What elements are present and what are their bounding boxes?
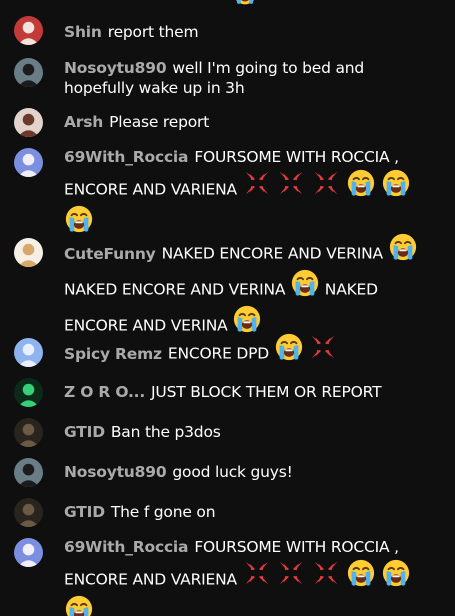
author-name[interactable]: Z O R O... <box>64 383 145 401</box>
author-name[interactable]: GTID <box>64 423 105 441</box>
avatar[interactable] <box>14 418 43 447</box>
message-content: Shin report them <box>64 22 424 42</box>
message-text: Ban the p3dos <box>110 423 221 441</box>
chat-list: Shin report them Nosoytu890 well I'm going… <box>0 0 455 616</box>
message-text: NAKED ENCORE AND VERINA <box>161 244 384 263</box>
loudly-crying-face-icon <box>274 332 304 372</box>
author-name[interactable]: 69With_Roccia <box>64 148 189 166</box>
avatar[interactable] <box>14 498 43 527</box>
avatar[interactable] <box>14 108 43 137</box>
loudly-crying-face-icon <box>346 168 376 208</box>
anger-symbol-icon <box>242 168 272 208</box>
loudly-crying-face-icon <box>381 558 411 598</box>
message-text: NAKED ENCORE AND VERINA <box>64 280 286 299</box>
author-name[interactable]: 69With_Roccia <box>64 538 189 556</box>
message-content: Nosoytu890 well I'm going to bed and hope… <box>64 58 424 98</box>
author-name[interactable]: Shin <box>64 23 102 41</box>
message-content: CuteFunny NAKED ENCORE AND VERINA NAKED E… <box>64 236 424 344</box>
author-name[interactable]: Arsh <box>64 113 103 131</box>
avatar[interactable] <box>14 16 43 45</box>
anger-symbol-icon <box>311 558 341 598</box>
author-name[interactable]: Spicy Remz <box>64 345 162 363</box>
message-content: GTID Ban the p3dos <box>64 422 424 442</box>
message-content: 69With_Roccia FOURSOME WITH ROCCIA , ENCO… <box>64 532 424 616</box>
loudly-crying-face-icon <box>346 558 376 598</box>
avatar[interactable] <box>14 538 43 567</box>
message-content: Z O R O... JUST BLOCK THEM OR REPORT <box>64 382 424 402</box>
message-text: ENCORE DPD <box>167 344 270 363</box>
message-content: Arsh Please report <box>64 112 424 132</box>
avatar[interactable] <box>14 148 43 177</box>
loudly-crying-face-icon <box>232 0 258 10</box>
message-text: Please report <box>109 113 210 131</box>
message-text: good luck guys! <box>172 463 293 481</box>
message-text: The f gone on <box>110 503 216 521</box>
avatar[interactable] <box>14 378 43 407</box>
message-content: Nosoytu890 good luck guys! <box>64 462 424 482</box>
message-text: report them <box>107 23 199 41</box>
avatar[interactable] <box>14 58 43 87</box>
author-name[interactable]: CuteFunny <box>64 245 156 263</box>
anger-symbol-icon <box>308 332 338 372</box>
anger-symbol-icon <box>311 168 341 208</box>
loudly-crying-face-icon <box>64 594 94 616</box>
message-content: 69With_Roccia FOURSOME WITH ROCCIA , ENCO… <box>64 142 424 244</box>
message-content: GTID The f gone on <box>64 502 424 522</box>
loudly-crying-face-icon <box>290 268 320 308</box>
avatar[interactable] <box>14 338 43 367</box>
author-name[interactable]: GTID <box>64 503 105 521</box>
anger-symbol-icon <box>276 168 306 208</box>
anger-symbol-icon <box>242 558 272 598</box>
anger-symbol-icon <box>276 558 306 598</box>
author-name[interactable]: Nosoytu890 <box>64 463 167 481</box>
loudly-crying-face-icon <box>381 168 411 208</box>
message-content: Spicy Remz ENCORE DPD <box>64 336 424 372</box>
message-text: JUST BLOCK THEM OR REPORT <box>151 383 382 401</box>
avatar[interactable] <box>14 238 43 267</box>
author-name[interactable]: Nosoytu890 <box>64 59 167 77</box>
loudly-crying-face-icon <box>388 232 418 272</box>
avatar[interactable] <box>14 458 43 487</box>
